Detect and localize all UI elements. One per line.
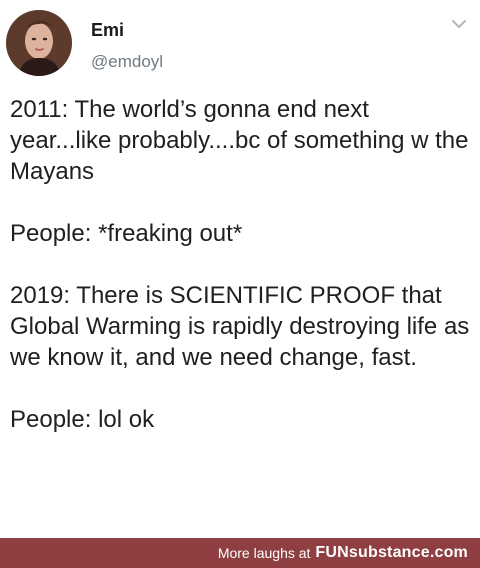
footer-content: More laughs at FUNsubstance.com xyxy=(218,538,468,568)
author-name[interactable]: Emi xyxy=(91,20,124,41)
author-handle[interactable]: @emdoyl xyxy=(91,52,163,72)
tweet-paragraph: People: lol ok xyxy=(10,406,155,433)
tweet-paragraph: 2011: The world’s gonna end next year...… xyxy=(10,96,469,185)
tweet-paragraph: 2019: There is SCIENTIFIC PROOF that Glo… xyxy=(10,282,470,371)
tweet-header: Emi @emdoyl xyxy=(0,0,480,92)
brand-link[interactable]: FUNsubstance.com xyxy=(315,544,468,562)
footer-text: More laughs at xyxy=(217,545,311,561)
watermark-footer: More laughs at FUNsubstance.com xyxy=(0,538,480,568)
tweet-paragraph: People: *freaking out* xyxy=(10,220,243,247)
tweet-body: 2011: The world’s gonna end next year...… xyxy=(10,94,472,435)
tweet-card: Emi @emdoyl 2011: The world’s gonna end … xyxy=(0,0,480,538)
chevron-down-icon[interactable] xyxy=(451,18,467,30)
avatar[interactable] xyxy=(6,10,72,76)
